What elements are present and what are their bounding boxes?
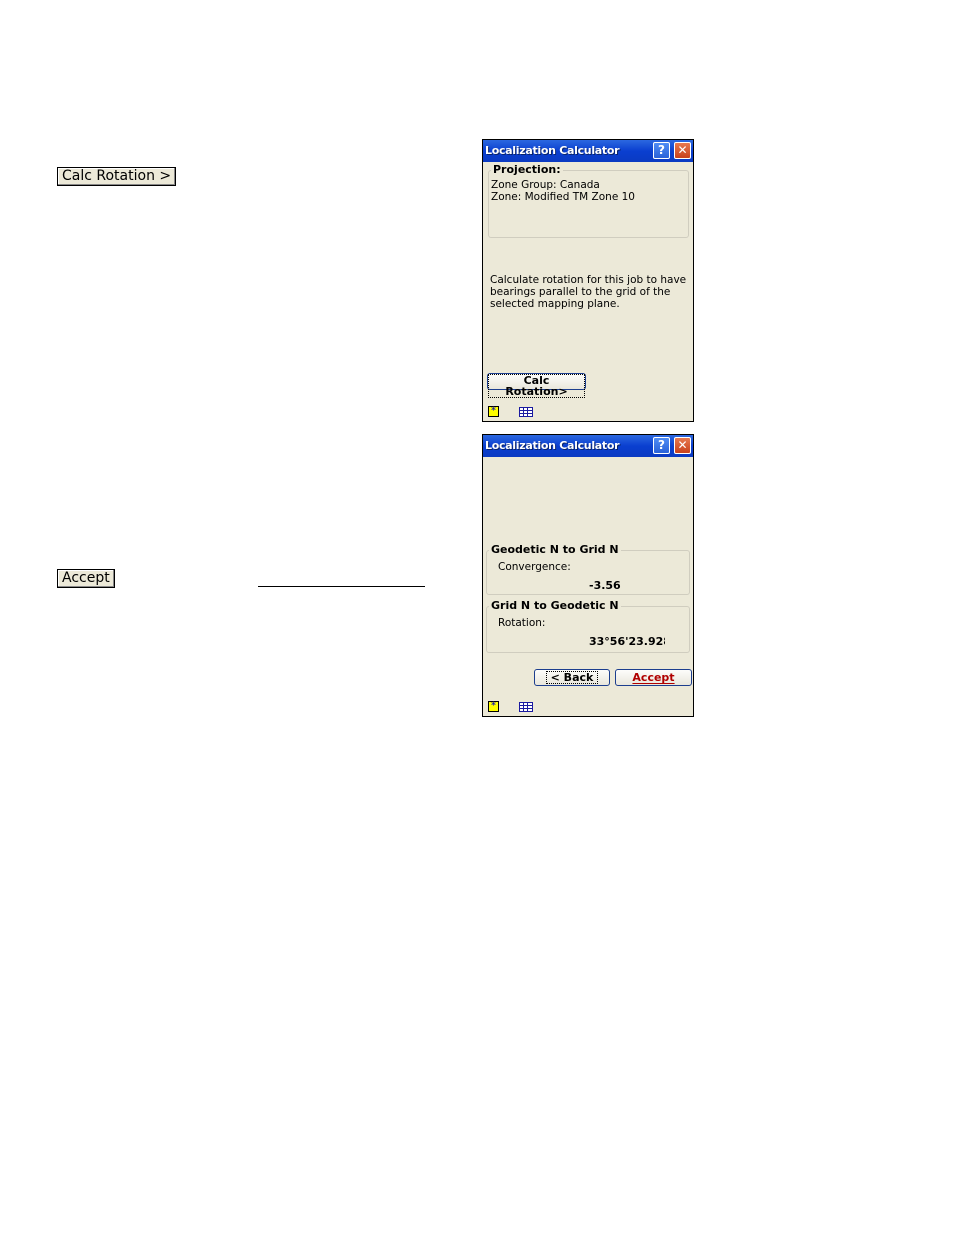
localization-calculator-window-1: Localization Calculator ? ✕ Projection: … — [482, 139, 694, 422]
help-button[interactable]: ? — [653, 437, 670, 454]
description-line-2: bearings parallel to the grid of the — [490, 286, 671, 298]
bottom-toolbar: * — [483, 403, 693, 421]
star-icon[interactable]: * — [488, 701, 499, 712]
grid-icon[interactable] — [519, 702, 533, 712]
convergence-label: Convergence: — [498, 561, 571, 573]
blank-underline — [258, 586, 425, 587]
help-icon: ? — [658, 143, 665, 157]
close-button[interactable]: ✕ — [674, 142, 691, 159]
convergence-value: -3.56 — [589, 579, 621, 592]
grid-to-geodetic-legend: Grid N to Geodetic N — [489, 599, 621, 612]
window-title: Localization Calculator — [485, 144, 620, 157]
title-bar: Localization Calculator ? ✕ — [483, 140, 693, 162]
doc-calc-rotation-button[interactable]: Calc Rotation > — [57, 167, 177, 186]
description-line-1: Calculate rotation for this job to have — [490, 274, 687, 286]
rotation-value: 33°56'23.928 — [589, 635, 665, 648]
star-icon[interactable]: * — [488, 406, 499, 417]
accept-label: Accept — [632, 671, 675, 684]
back-label: < Back — [545, 671, 599, 684]
geodetic-to-grid-legend: Geodetic N to Grid N — [489, 543, 621, 556]
calc-rotation-label: Calc Rotation> — [488, 374, 585, 398]
doc-accept-button[interactable]: Accept — [57, 569, 115, 588]
help-button[interactable]: ? — [653, 142, 670, 159]
projection-group: Projection: Zone Group: Canada Zone: Mod… — [488, 163, 689, 238]
rotation-label: Rotation: — [498, 617, 546, 629]
geodetic-to-grid-group: Geodetic N to Grid N Convergence: -3.56 — [486, 543, 690, 595]
localization-calculator-window-2: Localization Calculator ? ✕ Geodetic N t… — [482, 434, 694, 717]
calc-rotation-button[interactable]: Calc Rotation> — [487, 373, 586, 398]
help-icon: ? — [658, 438, 665, 452]
grid-to-geodetic-group: Grid N to Geodetic N Rotation: 33°56'23.… — [486, 599, 690, 653]
back-button[interactable]: < Back — [534, 669, 610, 686]
close-button[interactable]: ✕ — [674, 437, 691, 454]
window-title: Localization Calculator — [485, 439, 620, 452]
bottom-toolbar: * — [483, 698, 693, 716]
zone-text: Zone: Modified TM Zone 10 — [491, 191, 635, 203]
accept-button[interactable]: Accept — [615, 669, 692, 686]
projection-legend: Projection: — [491, 163, 563, 176]
description-line-3: selected mapping plane. — [490, 298, 620, 310]
close-icon: ✕ — [677, 143, 688, 157]
zone-group-text: Zone Group: Canada — [491, 179, 600, 191]
title-bar: Localization Calculator ? ✕ — [483, 435, 693, 457]
close-icon: ✕ — [677, 438, 688, 452]
grid-icon[interactable] — [519, 407, 533, 417]
